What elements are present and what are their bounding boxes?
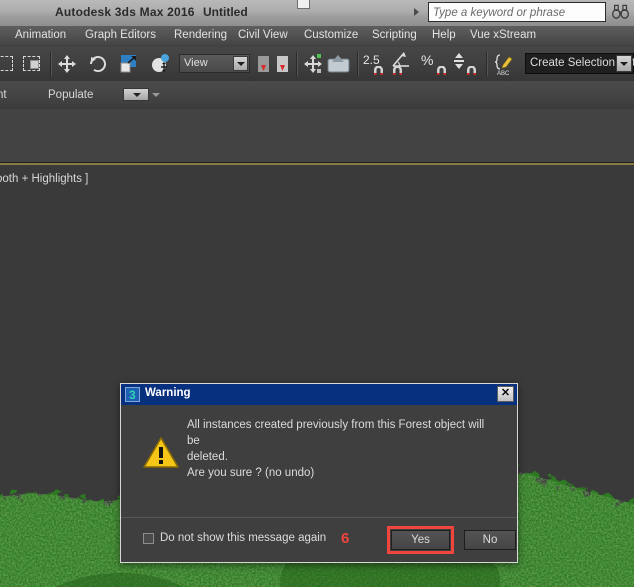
svg-text:ABC: ABC: [497, 71, 510, 77]
binoculars-icon[interactable]: [612, 4, 629, 19]
populate-dropdown-icon[interactable]: [123, 88, 149, 101]
snap-25-label: 2.5: [363, 53, 380, 67]
do-not-show-again-label: Do not show this message again: [160, 532, 327, 544]
menu-item-graph-editors[interactable]: Graph Editors: [85, 29, 156, 44]
menu-item-civil-view[interactable]: Civil View: [238, 29, 288, 44]
dialog-message-line-2: deleted.: [187, 451, 228, 463]
viewport-label[interactable]: ooth + Highlights ]: [0, 173, 88, 185]
app-window: Autodesk 3ds Max 2016 Untitled Animation…: [0, 0, 634, 587]
warning-dialog: 3 Warning All instances created previous…: [120, 383, 518, 563]
secondary-toolbar: nt Populate: [0, 81, 634, 110]
yes-button[interactable]: Yes: [391, 530, 450, 550]
reference-coordinate-icon[interactable]: [148, 51, 174, 77]
dialog-message-line-3: Are you sure ? (no undo): [187, 467, 315, 479]
dialog-footer: Do not show this message again Yes No: [121, 517, 517, 562]
dialog-message: All instances created previously from th…: [187, 417, 497, 481]
toolbar-separator: [486, 52, 488, 76]
no-button[interactable]: No: [464, 530, 516, 550]
populate-label[interactable]: Populate: [48, 89, 93, 101]
percent-snap-label: %: [421, 52, 434, 68]
reference-coordinate-system-value: View: [184, 57, 208, 69]
toolbar-separator: [296, 52, 298, 76]
chevron-down-icon[interactable]: [233, 56, 248, 71]
select-rotate-icon[interactable]: [85, 51, 111, 77]
warning-triangle-icon: [143, 437, 179, 468]
main-toolbar: View 2.5 % ABC Create Selection Set: [0, 47, 634, 82]
chevron-down-icon[interactable]: [616, 55, 632, 72]
title-bar: Autodesk 3ds Max 2016 Untitled: [0, 0, 634, 27]
select-move-icon[interactable]: [54, 51, 80, 77]
menu-item-rendering[interactable]: Rendering: [174, 29, 227, 44]
select-scale-icon[interactable]: [116, 51, 142, 77]
3dsmax-logo-icon: 3: [125, 387, 140, 402]
select-object-icon[interactable]: [0, 51, 18, 77]
menu-item-animation[interactable]: Animation: [15, 29, 66, 44]
spinner-snap-icon[interactable]: [452, 49, 466, 75]
viewport-panel-strip: [0, 109, 634, 163]
dialog-message-line-1: All instances created previously from th…: [187, 419, 485, 447]
mirror-icon[interactable]: [274, 51, 291, 77]
application-title: Autodesk 3ds Max 2016: [55, 5, 195, 19]
search-expand-arrow-icon[interactable]: [414, 8, 419, 16]
caret-down-icon[interactable]: [152, 93, 160, 97]
named-selection-sets-icon[interactable]: ABC: [492, 51, 518, 77]
menu-item-vue-xstream[interactable]: Vue xStream: [470, 29, 536, 44]
layer-manager-icon[interactable]: [325, 51, 351, 77]
menu-item-scripting[interactable]: Scripting: [372, 29, 417, 44]
toolbar-separator: [357, 52, 359, 76]
search-input-wrapper[interactable]: [428, 2, 606, 22]
reference-coordinate-system-combo[interactable]: View: [179, 54, 250, 73]
angle-snap-magnet-icon[interactable]: [392, 66, 403, 75]
menu-item-customize[interactable]: Customize: [304, 29, 358, 44]
quick-access-toolbar-nub[interactable]: [297, 0, 310, 9]
secondary-toolbar-left-label: nt: [0, 89, 7, 101]
menu-bar: Animation Graph Editors Rendering Civil …: [0, 26, 634, 48]
dialog-title-text: Warning: [145, 387, 191, 399]
close-icon[interactable]: [497, 386, 514, 402]
select-region-icon[interactable]: [19, 51, 45, 77]
percent-snap-magnet-icon[interactable]: [436, 66, 447, 75]
document-title: Untitled: [203, 5, 248, 19]
snap-toggle-icon[interactable]: [373, 66, 384, 75]
menu-item-help[interactable]: Help: [432, 29, 456, 44]
create-selection-set-combo[interactable]: Create Selection Set: [525, 53, 634, 74]
dialog-title-bar[interactable]: 3 Warning: [121, 384, 517, 405]
spinner-snap-magnet-icon[interactable]: [466, 66, 477, 75]
step-number-annotation: 6: [341, 530, 350, 547]
do-not-show-again-checkbox[interactable]: [143, 533, 154, 544]
toolbar-separator: [50, 52, 52, 76]
search-input[interactable]: [429, 4, 605, 22]
align-icon[interactable]: [300, 51, 326, 77]
logo-glyph: 3: [129, 388, 136, 402]
pivot-center-icon[interactable]: [255, 51, 272, 77]
